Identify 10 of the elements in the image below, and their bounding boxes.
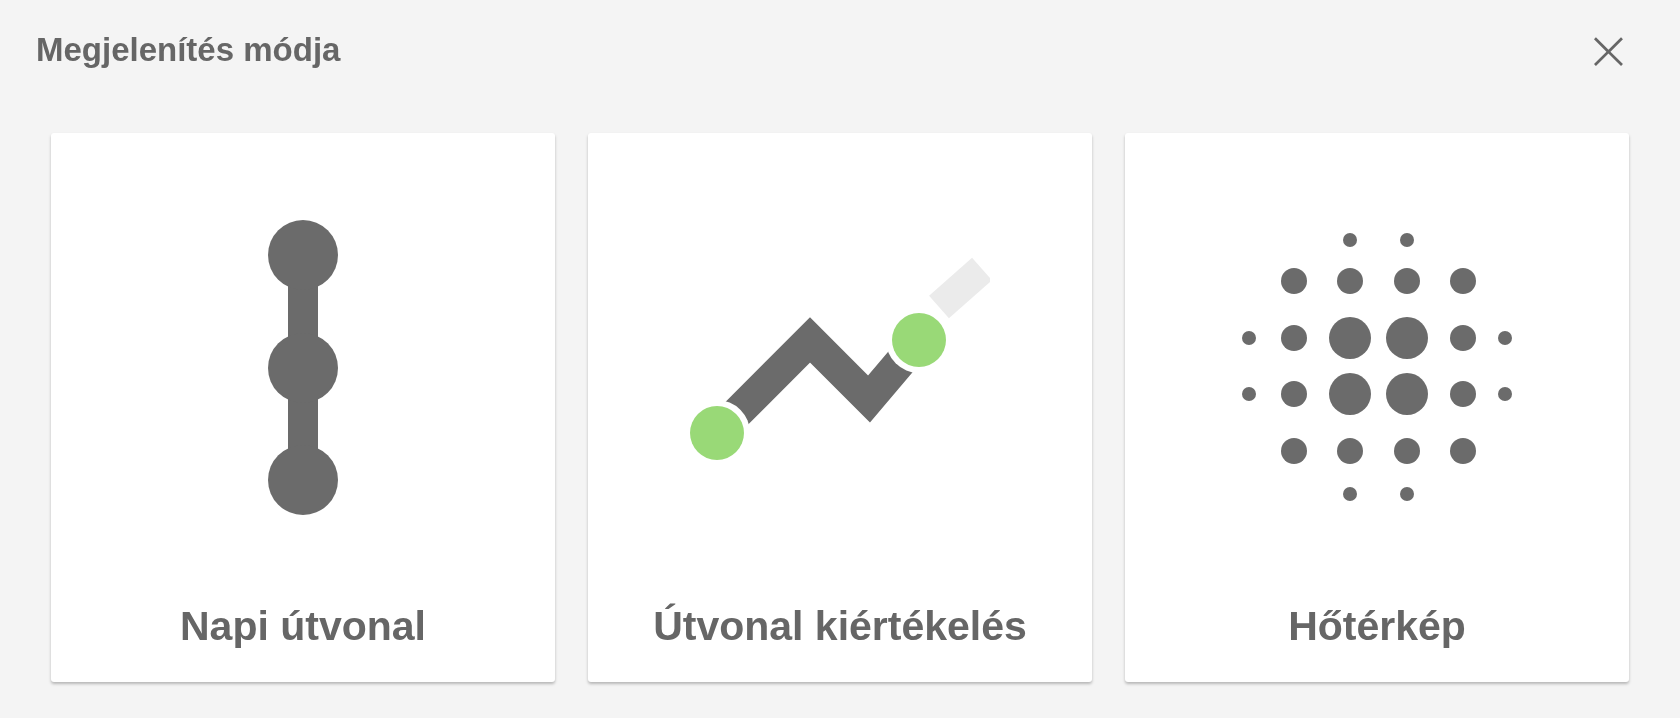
route-icon (268, 220, 338, 516)
option-label: Napi útvonal (180, 603, 426, 650)
option-label: Útvonal kiértékelés (653, 603, 1027, 650)
dialog-title: Megjelenítés módja (36, 31, 341, 69)
dots-icon (1242, 233, 1512, 503)
option-card[interactable]: Hőtérkép (1125, 133, 1629, 682)
close-button[interactable]: × (1585, 28, 1632, 72)
option-card[interactable]: Útvonal kiértékelés (588, 133, 1092, 682)
option-label: Hőtérkép (1288, 603, 1466, 650)
option-card[interactable]: Napi útvonal (51, 133, 555, 682)
